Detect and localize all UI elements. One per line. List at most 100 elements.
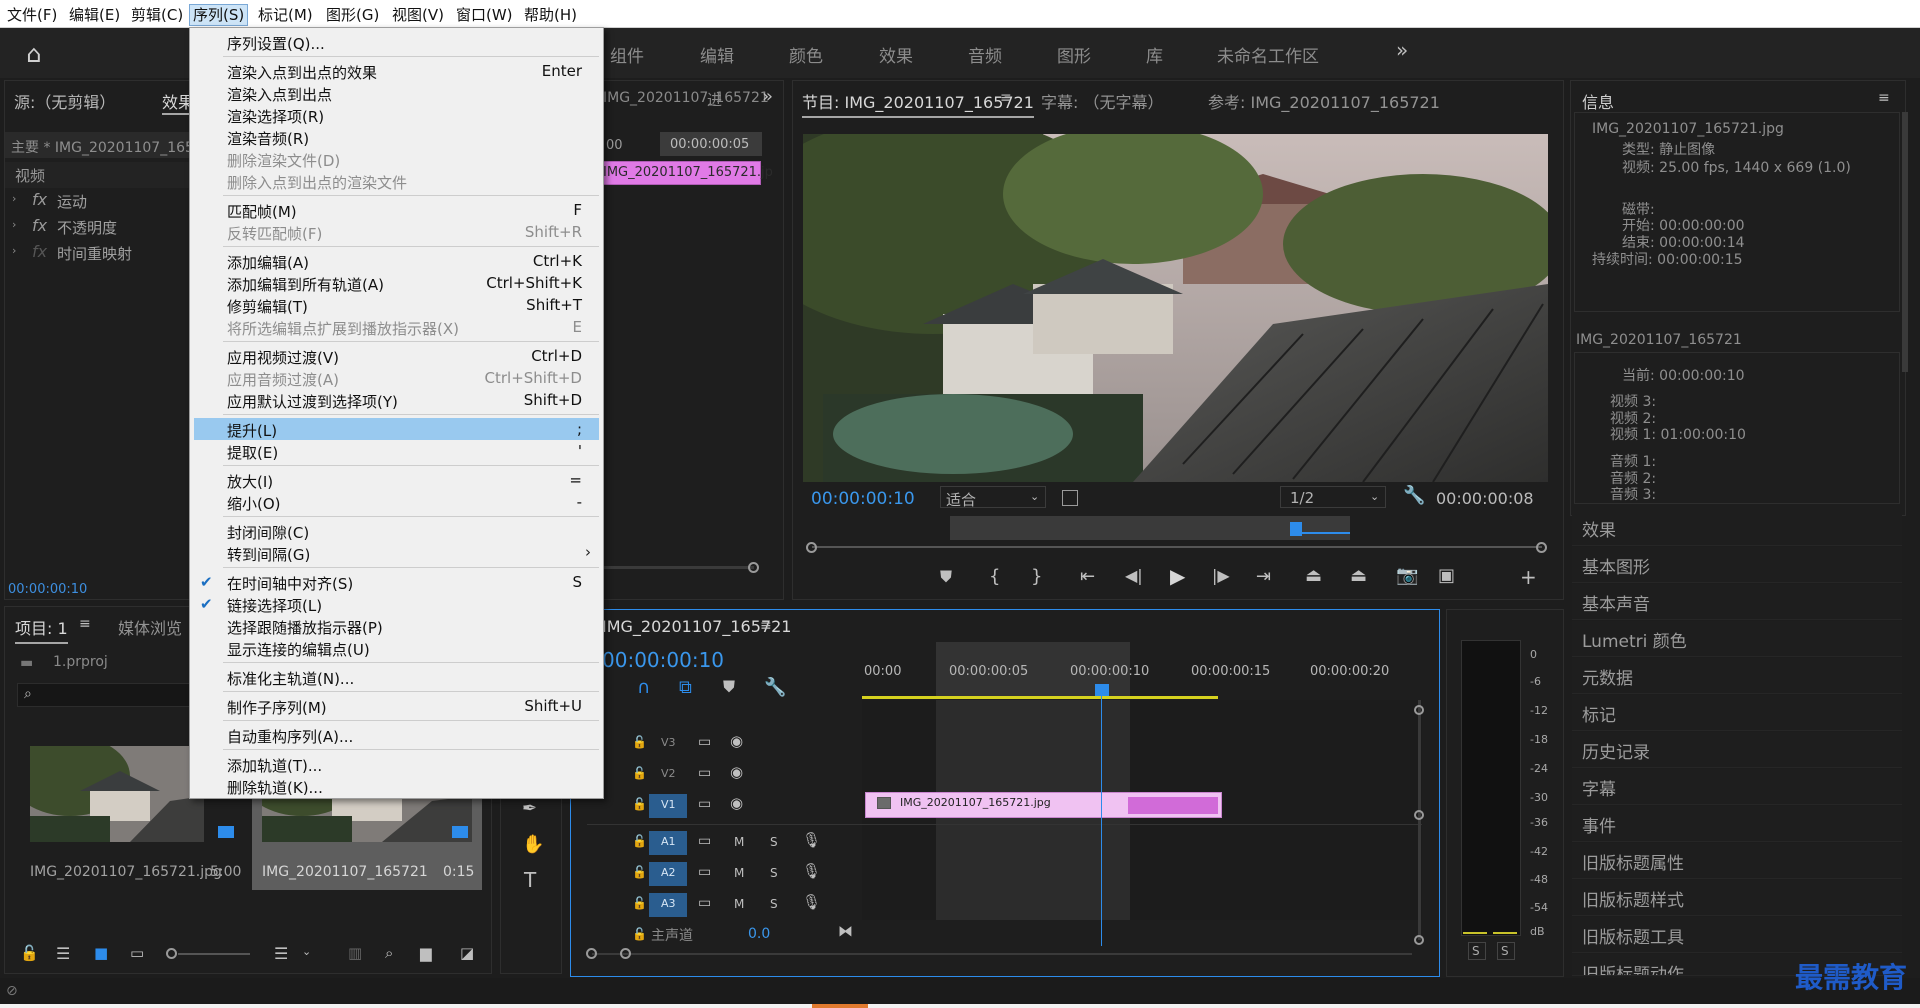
effect-motion[interactable]: 运动 [57,191,87,212]
panel-lumetri-color[interactable]: Lumetri 颜色 [1572,621,1902,657]
menu-item-linked-selection[interactable]: ✔ 链接选择项(L) [194,593,599,615]
panel-legacy-title-properties[interactable]: 旧版标题属性 [1572,843,1902,879]
track-v3-label[interactable]: V3 [661,736,676,749]
wrench-icon[interactable]: 🔧 [1403,487,1425,505]
zoom-slider-handle[interactable] [166,948,177,959]
media-browser-tab[interactable]: 媒体浏览 [118,615,182,639]
list-view-icon[interactable]: ☰ [56,946,70,962]
ec-zoom-handle[interactable] [748,562,759,573]
lift-icon[interactable]: ⏏ [1305,567,1322,585]
workspace-tab-custom[interactable]: 未命名工作区 [1217,42,1319,67]
go-to-out-icon[interactable]: ⇥ [1256,568,1271,586]
toggle-sync-icon[interactable]: ▭ [698,766,711,780]
panel-essential-graphics[interactable]: 基本图形 [1572,547,1902,583]
track-a1-label[interactable]: A1 [661,835,676,848]
menu-item-zoom-in[interactable]: 放大(I) = [194,469,599,491]
lock-icon[interactable]: 🔓 [632,798,647,810]
timeline-timecode[interactable]: 00:00:00:10 [602,648,724,672]
track-v1-label[interactable]: V1 [661,798,676,811]
workspace-tab-audio[interactable]: 音频 [968,42,1002,67]
vscroll-handle-top[interactable] [1414,705,1424,715]
panel-effects[interactable]: 效果 [1572,510,1902,546]
menu-item-add-edit-all-tracks[interactable]: 添加编辑到所有轨道(A) Ctrl+Shift+K [194,272,599,294]
mute-button-icon[interactable]: M [734,836,744,848]
project-thumbnail-1[interactable] [30,746,204,842]
hscroll-left-handle[interactable] [586,948,597,959]
new-item-icon[interactable]: ◪ [460,946,474,961]
project-tab[interactable]: 项目: 1 [15,615,68,644]
expand-opacity-icon[interactable]: › [12,219,16,230]
menu-item-match-frame[interactable]: 匹配帧(M) F [194,199,599,221]
menu-view[interactable]: 视图(V) [389,4,447,26]
menu-item-snap-in-timeline[interactable]: ✔ 在时间轴中对齐(S) S [194,571,599,593]
menu-help[interactable]: 帮助(H) [521,4,580,26]
info-scrollbar[interactable] [1902,112,1908,372]
menu-item-normalize-master[interactable]: 标准化主轨道(N)... [194,666,599,688]
solo-button-icon[interactable]: S [770,898,778,910]
info-menu-icon[interactable]: ≡ [1878,91,1890,105]
expand-motion-icon[interactable]: › [12,193,16,204]
more-workspaces-icon[interactable]: » [1396,40,1408,60]
program-timecode[interactable]: 00:00:00:10 [811,489,915,509]
ec-tab-progress[interactable]: 进 [707,89,722,110]
home-icon[interactable]: ⌂ [20,42,48,66]
menu-item-auto-reframe[interactable]: 自动重构序列(A)... [194,724,599,746]
menu-sequence[interactable]: 序列(S) [189,4,249,26]
panel-legacy-title-tools[interactable]: 旧版标题工具 [1572,917,1902,953]
camera-icon[interactable]: 📷 [1396,567,1418,585]
eye-icon[interactable]: ◉ [730,796,743,811]
pen-tool-icon[interactable]: ✒ [522,800,537,818]
vscroll-handle-mid[interactable] [1414,810,1424,820]
lock-icon[interactable]: 🔓 [632,835,647,847]
menu-item-trim-edit[interactable]: 修剪编辑(T) Shift+T [194,294,599,316]
menu-item-zoom-out[interactable]: 缩小(O) - [194,491,599,513]
menu-item-lift[interactable]: 提升(L); [194,418,599,440]
lock-icon[interactable]: 🔓 [632,767,647,779]
add-button-icon[interactable]: + [1520,567,1537,587]
toggle-sync-icon[interactable]: ▭ [698,797,711,811]
menu-item-apply-default-transition[interactable]: 应用默认过渡到选择项(Y) Shift+D [194,389,599,411]
mark-in-icon[interactable]: { [989,568,1000,586]
search-icon[interactable]: ⌕ [24,687,32,701]
workspace-tab-editing[interactable]: 编辑 [700,42,734,67]
panel-captions[interactable]: 字幕 [1572,769,1902,805]
go-to-in-icon[interactable]: ⇤ [1080,568,1095,586]
lock-icon[interactable]: 🔓 [20,946,39,961]
panel-metadata[interactable]: 元数据 [1572,658,1902,694]
extract-icon[interactable]: ⏏ [1350,567,1367,585]
workspace-tab-effects[interactable]: 效果 [879,42,913,67]
track-a2-label[interactable]: A2 [661,866,676,879]
track-v2-label[interactable]: V2 [661,767,676,780]
menu-item-render-audio[interactable]: 渲染音频(R) [194,126,599,148]
timeline-menu-icon[interactable]: ≡ [760,619,772,633]
workspace-tab-graphics[interactable]: 图形 [1057,42,1091,67]
program-menu-icon[interactable]: ≡ [1000,91,1012,105]
panel-history[interactable]: 历史记录 [1572,732,1902,768]
step-forward-icon[interactable]: |▶ [1212,568,1230,584]
master-track-value[interactable]: 0.0 [748,926,770,942]
project-menu-icon[interactable]: ≡ [79,617,91,631]
menu-item-go-to-gap[interactable]: 转到间隔(G) › [194,542,599,564]
menu-graphics[interactable]: 图形(G) [323,4,382,26]
snap-icon[interactable]: ∩ [637,679,650,697]
toggle-sync-icon[interactable]: ▭ [698,896,711,910]
menu-item-add-edit[interactable]: 添加编辑(A) Ctrl+K [194,250,599,272]
add-marker-icon[interactable]: ⛊ [723,679,735,695]
lock-icon[interactable]: 🔓 [632,897,647,909]
menu-item-close-gap[interactable]: 封闭间隙(C) [194,520,599,542]
panel-essential-sound[interactable]: 基本声音 [1572,584,1902,620]
reference-tab[interactable]: 参考: IMG_20201107_165721 [1208,89,1440,113]
new-bin-icon[interactable]: ▆ [420,946,432,961]
menu-item-apply-video-transition[interactable]: 应用视频过渡(V) Ctrl+D [194,345,599,367]
source-panel-tab[interactable]: 源:（无剪辑） [14,89,115,113]
type-tool-icon[interactable]: T [524,870,536,890]
compare-view-icon[interactable]: ▣ [1438,567,1455,585]
vscroll-handle-bottom[interactable] [1414,935,1424,945]
mute-button-icon[interactable]: M [734,898,744,910]
sort-icon[interactable]: ☰ [274,946,288,962]
menu-marker[interactable]: 标记(M) [255,4,316,26]
workspace-tab-color[interactable]: 颜色 [789,42,823,67]
scrubber-left-handle[interactable] [806,542,817,553]
microphone-icon[interactable]: 🎙 [802,833,821,848]
menu-item-make-subsequence[interactable]: 制作子序列(M) Shift+U [194,695,599,717]
